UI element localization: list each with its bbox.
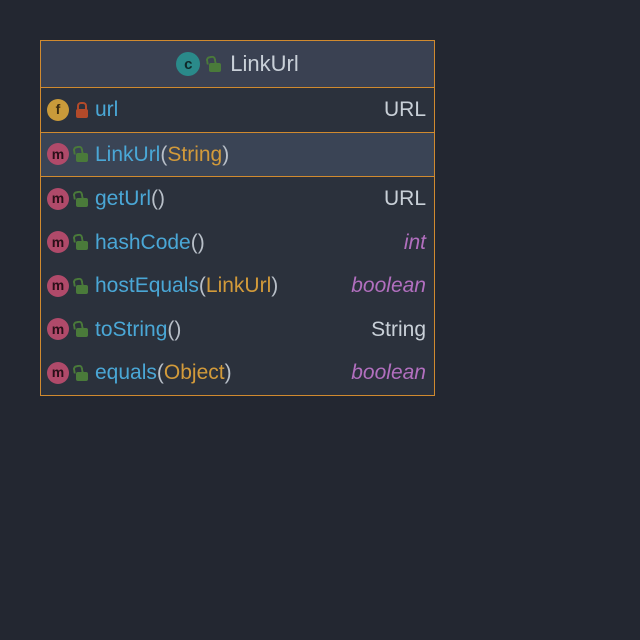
return-type: boolean [341, 270, 426, 302]
member-signature: hashCode() [95, 227, 388, 259]
member-signature: url [95, 94, 368, 126]
method-icon: m [47, 188, 69, 210]
unlock-icon [75, 191, 89, 207]
return-type: String [361, 314, 426, 346]
unlock-icon [208, 56, 222, 72]
return-type: URL [374, 183, 426, 215]
member-row[interactable]: m toString()String [41, 308, 434, 352]
method-icon: m [47, 275, 69, 297]
unlock-icon [75, 321, 89, 337]
member-row[interactable]: m equals(Object)boolean [41, 351, 434, 395]
member-row[interactable]: m hashCode()int [41, 221, 434, 265]
member-signature: equals(Object) [95, 357, 335, 389]
class-name: LinkUrl [230, 51, 298, 77]
member-row[interactable]: m LinkUrl(String) [41, 133, 434, 177]
member-signature: getUrl() [95, 183, 368, 215]
method-icon: m [47, 143, 69, 165]
methods-section: m getUrl()URL m hashCode()int m hostEquals(Li… [41, 177, 434, 395]
member-row[interactable]: m hostEquals(LinkUrl)boolean [41, 264, 434, 308]
member-signature: toString() [95, 314, 355, 346]
class-icon: c [176, 52, 200, 76]
method-icon: m [47, 231, 69, 253]
member-signature: LinkUrl(String) [95, 139, 426, 171]
field-icon: f [47, 99, 69, 121]
constructors-section: m LinkUrl(String) [41, 133, 434, 178]
member-row[interactable]: f urlURL [41, 88, 434, 132]
return-type: int [394, 227, 426, 259]
method-icon: m [47, 362, 69, 384]
unlock-icon [75, 234, 89, 250]
method-icon: m [47, 318, 69, 340]
return-type: URL [374, 94, 426, 126]
fields-section: f urlURL [41, 88, 434, 133]
lock-icon [75, 102, 89, 118]
return-type: boolean [341, 357, 426, 389]
member-row[interactable]: m getUrl()URL [41, 177, 434, 221]
class-diagram: c LinkUrl furlURL mLinkUrl(String) mgetU… [40, 40, 435, 396]
member-signature: hostEquals(LinkUrl) [95, 270, 335, 302]
unlock-icon [75, 146, 89, 162]
class-header[interactable]: c LinkUrl [41, 41, 434, 88]
unlock-icon [75, 278, 89, 294]
unlock-icon [75, 365, 89, 381]
